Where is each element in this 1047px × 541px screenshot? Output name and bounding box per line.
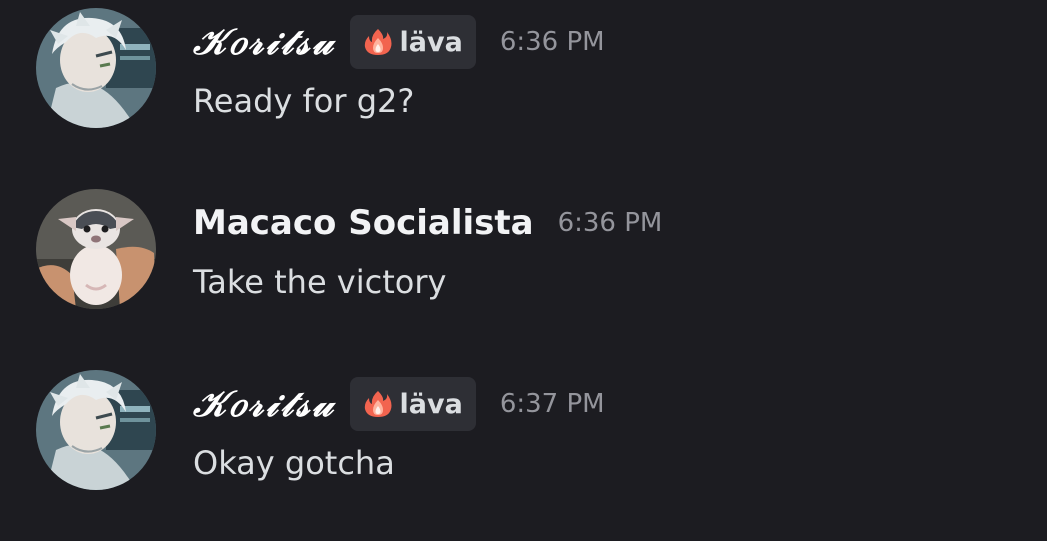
- message-header: 𝒦𝑜𝓇𝒾𝓉𝓈𝓊 läva 6:37 PM: [193, 376, 605, 432]
- puppy-photo-avatar-icon: [36, 189, 156, 309]
- username[interactable]: 𝒦𝑜𝓇𝒾𝓉𝓈𝓊: [193, 383, 336, 426]
- username[interactable]: 𝒦𝑜𝓇𝒾𝓉𝓈𝓊: [193, 21, 336, 64]
- avatar[interactable]: [36, 370, 156, 490]
- guild-tag-label: läva: [399, 388, 463, 420]
- timestamp[interactable]: 6:36 PM: [558, 208, 663, 238]
- message-header: 𝒦𝑜𝓇𝒾𝓉𝓈𝓊 läva 6:36 PM: [193, 14, 605, 70]
- flame-icon: [364, 29, 392, 55]
- username[interactable]: Macaco Socialista: [193, 203, 534, 243]
- guild-tag[interactable]: läva: [349, 377, 476, 431]
- timestamp[interactable]: 6:37 PM: [500, 389, 605, 419]
- message-content: Take the victory: [193, 263, 447, 301]
- message-header: Macaco Socialista 6:36 PM: [193, 195, 662, 251]
- guild-tag[interactable]: läva: [349, 15, 476, 69]
- avatar[interactable]: [36, 8, 156, 128]
- avatar[interactable]: [36, 189, 156, 309]
- flame-icon: [364, 391, 392, 417]
- anime-character-avatar-icon: [36, 8, 156, 128]
- message: Macaco Socialista 6:36 PM Take the victo…: [0, 181, 1047, 341]
- message-content: Okay gotcha: [193, 444, 395, 482]
- timestamp[interactable]: 6:36 PM: [500, 27, 605, 57]
- message-content: Ready for g2?: [193, 82, 415, 120]
- guild-tag-label: läva: [399, 26, 463, 58]
- message: 𝒦𝑜𝓇𝒾𝓉𝓈𝓊 läva 6:37 PM Okay gotcha: [0, 362, 1047, 522]
- message: 𝒦𝑜𝓇𝒾𝓉𝓈𝓊 läva 6:36 PM Ready for g2?: [0, 0, 1047, 160]
- chat-message-list: 𝒦𝑜𝓇𝒾𝓉𝓈𝓊 läva 6:36 PM Ready for g2? Macac…: [0, 0, 1047, 541]
- anime-character-avatar-icon: [36, 370, 156, 490]
